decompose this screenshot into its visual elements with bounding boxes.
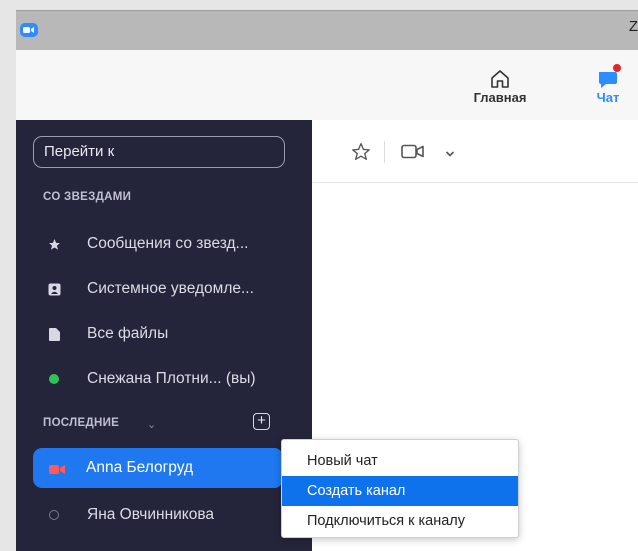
starred-section-label: СО ЗВЕЗДАМИ (43, 191, 132, 203)
nav-chat-button[interactable]: Чат (573, 62, 638, 105)
title-bar[interactable]: Z (16, 10, 638, 51)
sidebar-item-label: Anna Белогруд (86, 459, 194, 476)
menu-item-create-channel[interactable]: Создать канал (282, 476, 518, 506)
chevron-down-icon[interactable] (445, 145, 455, 163)
app-window: Z Главная Чат Перейти к СО ЗВЕЗДАМИ Сооб… (0, 0, 638, 551)
nav-home-label: Главная (473, 90, 527, 105)
sidebar-item-label: Системное уведомле... (87, 280, 254, 297)
recent-section-label: ПОСЛЕДНИЕ (43, 417, 120, 429)
top-navigation: Главная Чат (16, 50, 638, 121)
toolbar-divider (384, 141, 385, 163)
sidebar-item-self-contact[interactable]: Снежана Плотни... (вы) (42, 366, 292, 392)
video-icon (49, 462, 65, 480)
nav-home-button[interactable]: Главная (465, 62, 535, 105)
sidebar-item-all-files[interactable]: Все файлы (42, 321, 292, 347)
sidebar-item-starred-messages[interactable]: Сообщения со звезд... (42, 231, 292, 257)
sidebar-item-label: Снежана Плотни... (вы) (87, 370, 256, 387)
jump-to-search-input[interactable]: Перейти к (33, 136, 285, 168)
zoom-logo-icon (20, 23, 38, 37)
star-icon (47, 237, 61, 251)
nav-chat-label: Чат (596, 90, 620, 105)
sidebar-item-label: Яна Овчинникова (87, 506, 215, 523)
file-icon (47, 327, 61, 341)
chat-sidebar: Перейти к СО ЗВЕЗДАМИ Сообщения со звезд… (16, 120, 312, 551)
sidebar-item-system-notification[interactable]: Системное уведомле... (42, 276, 292, 302)
chat-toolbar (312, 120, 638, 183)
sidebar-item-label: Сообщения со звезд... (87, 235, 249, 252)
sidebar-item-anna-belogrud[interactable]: Anna Белогруд (33, 448, 283, 488)
chevron-down-icon[interactable]: ⌄ (147, 418, 156, 431)
menu-item-join-channel[interactable]: Подключиться к каналу (282, 506, 518, 536)
window-title: Z (628, 18, 638, 35)
sidebar-item-yana-ovchinnikova[interactable]: Яна Овчинникова (42, 502, 292, 528)
offline-status-ring (49, 510, 59, 520)
add-plus-button[interactable]: + (253, 413, 270, 430)
notification-dot (613, 64, 621, 72)
home-icon (491, 70, 509, 88)
star-outline-icon[interactable] (351, 142, 371, 166)
online-status-dot (49, 374, 59, 384)
menu-item-new-chat[interactable]: Новый чат (282, 446, 518, 476)
sidebar-item-label: Все файлы (87, 325, 169, 342)
new-chat-context-menu: Новый чат Создать канал Подключиться к к… (281, 439, 519, 538)
video-camera-icon[interactable] (401, 144, 425, 164)
contact-card-icon (47, 282, 61, 296)
